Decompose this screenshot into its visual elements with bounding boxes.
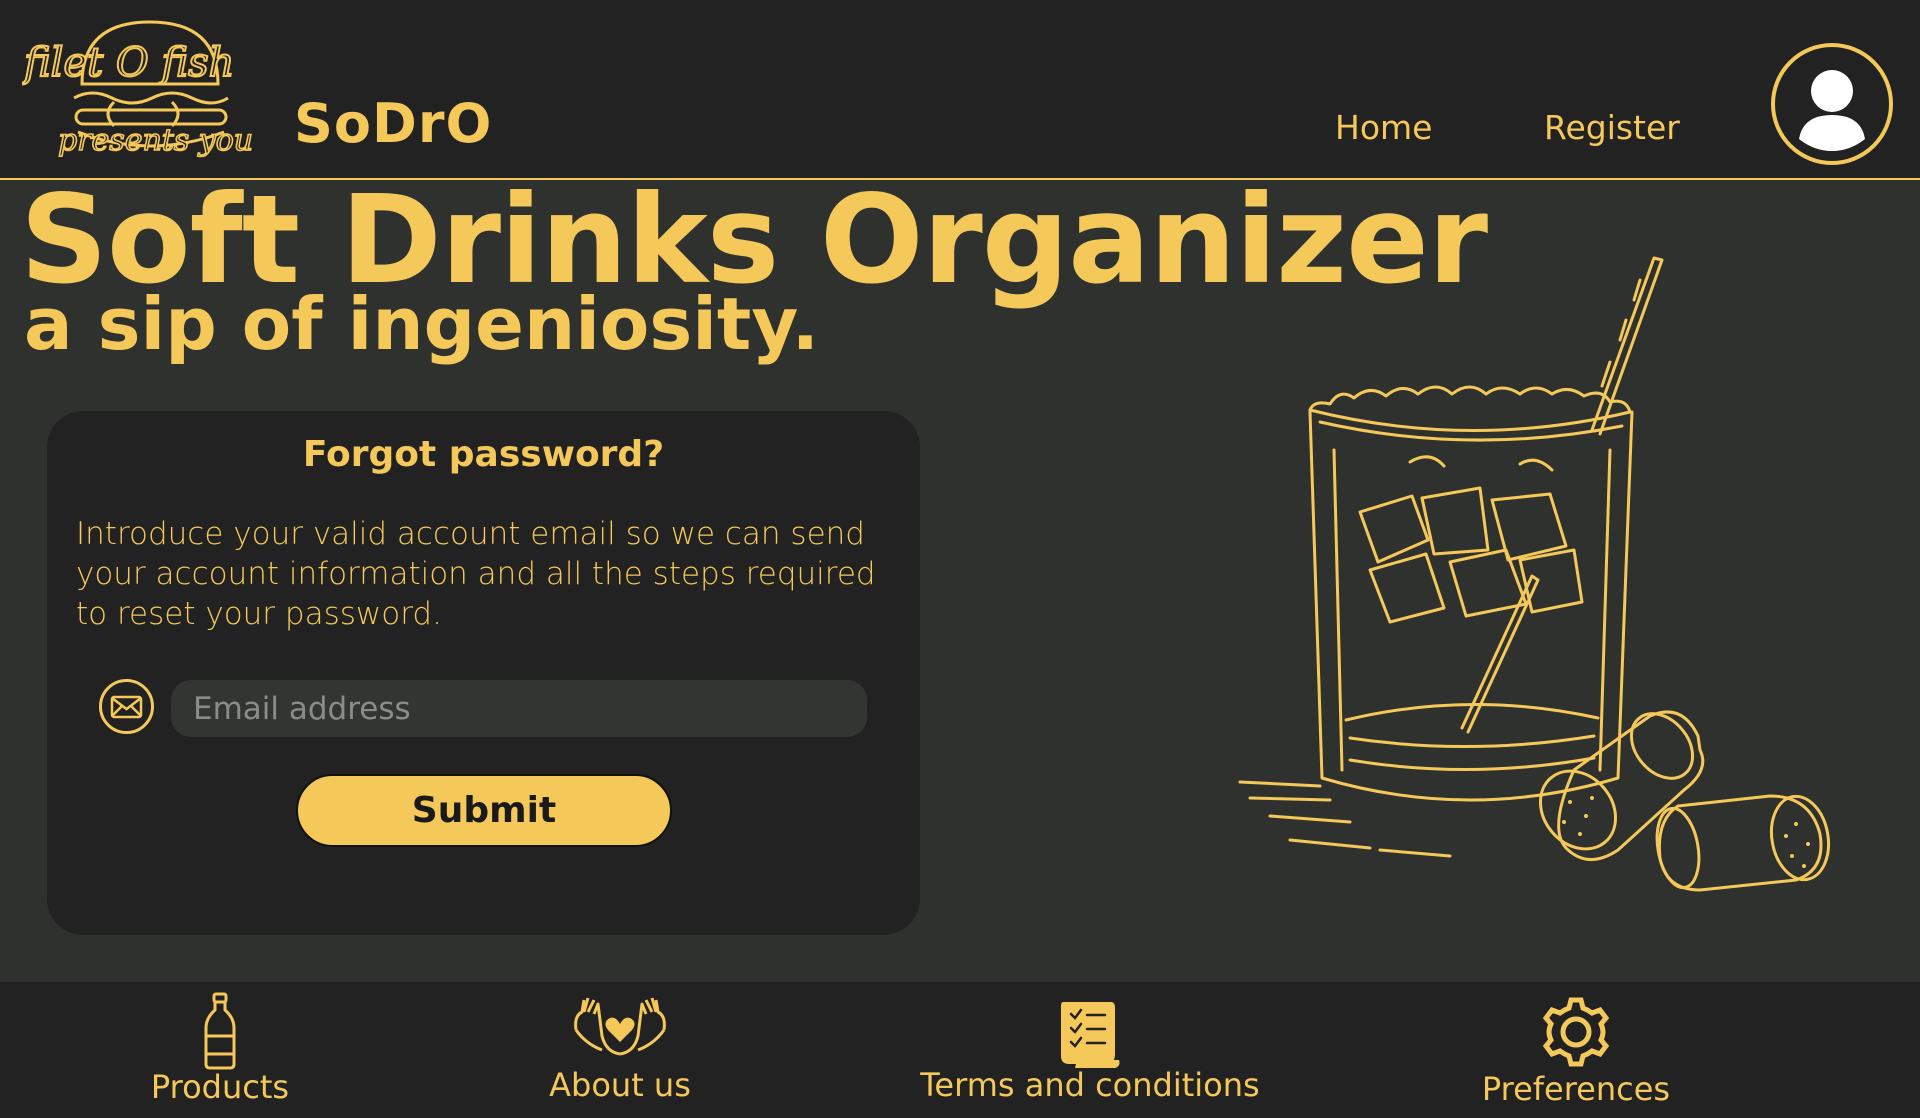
footer-about-us[interactable]: About us [520, 982, 720, 1118]
top-header: filet O fish presents you SoDrO Home Reg… [0, 0, 1920, 180]
submit-button[interactable]: Submit [296, 774, 672, 847]
cocktail-glass-icon [1238, 256, 1831, 892]
nav-register-link[interactable]: Register [1544, 108, 1680, 147]
svg-text:filet O fish: filet O fish [22, 40, 234, 86]
forgot-password-card [47, 411, 920, 935]
footer-products[interactable]: Products [120, 982, 320, 1118]
user-avatar-icon [1782, 54, 1882, 154]
envelope-icon [99, 679, 154, 734]
footer-about-us-label: About us [549, 1066, 691, 1104]
card-title: Forgot password? [302, 434, 665, 475]
card-description: Introduce your valid account email so we… [76, 516, 876, 632]
bottle-icon [202, 992, 238, 1070]
filet-o-fish-logo[interactable]: filet O fish presents you [20, 14, 280, 162]
footer-preferences-label: Preferences [1481, 1070, 1671, 1108]
hero-subtitle: a sip of ingeniosity. [24, 282, 819, 366]
hands-heart-icon [572, 996, 668, 1058]
gear-icon [1540, 996, 1612, 1068]
logo-icon: filet O fish presents you [20, 20, 254, 159]
user-profile-button[interactable] [1771, 43, 1893, 165]
email-input[interactable] [171, 680, 867, 737]
footer-terms[interactable]: Terms and conditions [920, 982, 1260, 1118]
footer-terms-label: Terms and conditions [920, 1066, 1260, 1104]
bottom-footer: Products About us Terms and conditions P… [0, 982, 1920, 1118]
scroll-checklist-icon [1057, 998, 1123, 1070]
nav-home-link[interactable]: Home [1335, 108, 1432, 147]
svg-text:presents you: presents you [58, 123, 253, 158]
brand-name: SoDrO [294, 92, 493, 155]
footer-preferences[interactable]: Preferences [1456, 982, 1696, 1118]
cocktail-glass-illustration [1230, 250, 1870, 920]
footer-products-label: Products [150, 1068, 290, 1106]
